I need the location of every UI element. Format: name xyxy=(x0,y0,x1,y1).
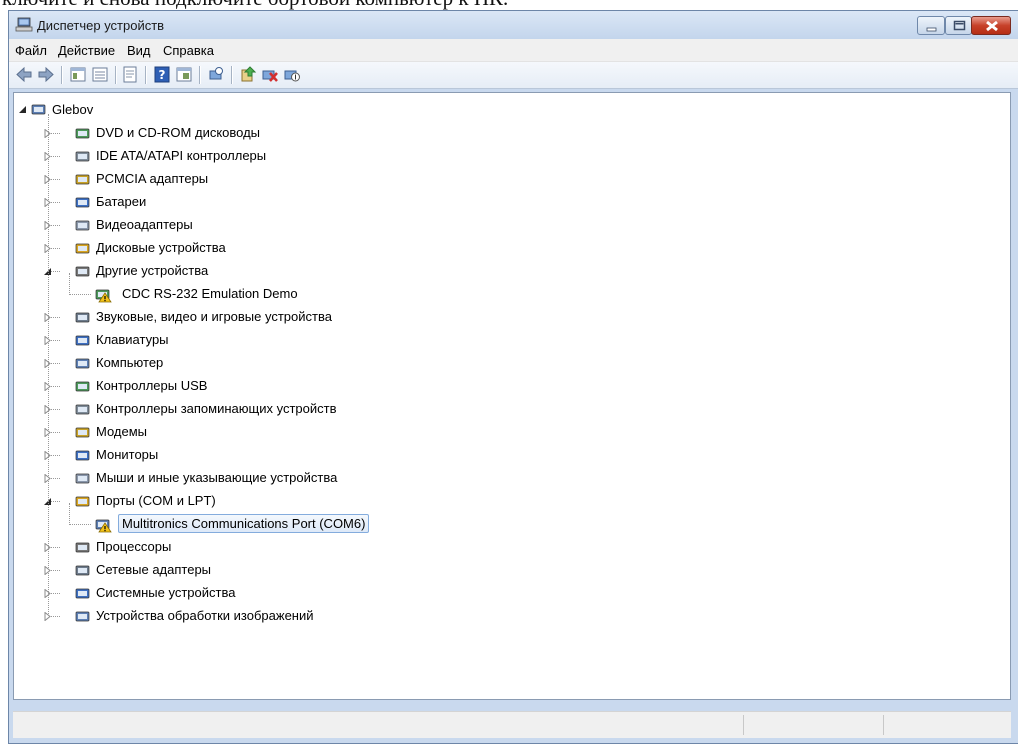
tree-item-label: Порты (COM и LPT) xyxy=(96,493,216,508)
device-tree[interactable]: Glebov DVD и CD-ROM дисководы IDE ATA/ATAP… xyxy=(13,92,1011,700)
maximize-button[interactable] xyxy=(945,16,972,35)
network-adapter-icon xyxy=(75,565,90,576)
storage-controller-icon xyxy=(75,404,90,415)
window-title: Диспетчер устройств xyxy=(37,18,165,33)
view-list-icon[interactable] xyxy=(91,66,109,83)
collapse-arrow-icon[interactable] xyxy=(18,105,27,114)
tree-item-label: Клавиатуры xyxy=(96,332,169,347)
scan-hardware-icon[interactable] xyxy=(207,66,225,83)
port-icon xyxy=(75,496,90,507)
dvd-drive-icon xyxy=(75,128,90,139)
svg-text:?: ? xyxy=(159,68,166,82)
unknown-device-icon xyxy=(75,266,90,277)
maximize-icon xyxy=(953,20,966,31)
properties-icon[interactable] xyxy=(121,66,139,83)
keyboard-icon xyxy=(75,335,90,346)
minimize-button[interactable] xyxy=(917,16,945,35)
tree-item-label: CDC RS-232 Emulation Demo xyxy=(122,286,298,301)
tree-item-label: PCMCIA адаптеры xyxy=(96,171,209,186)
minimize-icon xyxy=(926,27,937,32)
menu-action[interactable]: Действие xyxy=(58,43,115,58)
warning-port-icon xyxy=(95,519,112,533)
tree-item-label: Устройства обработки изображений xyxy=(96,608,314,623)
tree-item-label: Другие устройства xyxy=(96,263,209,278)
modem-icon xyxy=(75,427,90,438)
tree-item-label: Процессоры xyxy=(96,539,172,554)
tree-item-label: Модемы xyxy=(96,424,148,439)
computer-icon xyxy=(75,358,90,369)
computer-root-icon xyxy=(31,104,46,115)
status-bar xyxy=(13,711,1011,738)
mouse-icon xyxy=(75,473,90,484)
tree-item-label: Дисковые устройства xyxy=(96,240,226,255)
processor-icon xyxy=(75,542,90,553)
close-icon xyxy=(986,20,998,32)
tree-item-label: Мыши и иные указывающие устройства xyxy=(96,470,338,485)
disk-drive-icon xyxy=(75,243,90,254)
usb-icon xyxy=(75,381,90,392)
close-button[interactable] xyxy=(971,16,1011,35)
tree-item-label: Батареи xyxy=(96,194,147,209)
tree-item-label: Мониторы xyxy=(96,447,159,462)
display-adapter-icon xyxy=(75,220,90,231)
tree-item-label: Звуковые, видео и игровые устройства xyxy=(96,309,332,324)
tree-item-label: Компьютер xyxy=(96,355,164,370)
speaker-icon xyxy=(75,312,90,323)
back-icon[interactable] xyxy=(15,66,33,83)
ide-controller-icon xyxy=(75,151,90,162)
update-driver-icon[interactable] xyxy=(239,66,257,83)
tree-item-label: Glebov xyxy=(52,102,94,117)
uninstall-icon[interactable] xyxy=(261,66,279,83)
view-icon[interactable] xyxy=(175,66,193,83)
forward-icon[interactable] xyxy=(37,66,55,83)
imaging-device-icon xyxy=(75,611,90,622)
device-manager-window: Диспетчер устройств Файл Действие Вид Сп… xyxy=(8,10,1018,744)
menu-help[interactable]: Справка xyxy=(163,43,214,58)
tree-item-label: Контроллеры USB xyxy=(96,378,208,393)
menu-bar: Файл Действие Вид Справка xyxy=(9,39,1018,62)
pcmcia-icon xyxy=(75,174,90,185)
disable-icon[interactable] xyxy=(283,66,301,83)
tree-item-label: Сетевые адаптеры xyxy=(96,562,212,577)
show-hide-tree-icon[interactable] xyxy=(69,66,87,83)
warning-device-icon xyxy=(95,289,112,303)
menu-file[interactable]: Файл xyxy=(15,43,47,58)
tree-item-label: DVD и CD-ROM дисководы xyxy=(96,125,261,140)
title-bar[interactable]: Диспетчер устройств xyxy=(9,11,1018,39)
tree-item-label: Видеоадаптеры xyxy=(96,217,193,232)
tree-item-label: Multitronics Communications Port (COM6) xyxy=(118,514,370,533)
battery-icon xyxy=(75,197,90,208)
tree-item-label: Системные устройства xyxy=(96,585,236,600)
tree-item-label: Контроллеры запоминающих устройств xyxy=(96,401,337,416)
menu-view[interactable]: Вид xyxy=(127,43,151,58)
system-device-icon xyxy=(75,588,90,599)
toolbar: ? xyxy=(9,62,1018,89)
help-icon[interactable]: ? xyxy=(153,66,171,83)
monitor-icon xyxy=(75,450,90,461)
device-manager-app-icon xyxy=(15,17,33,32)
tree-item-label: IDE ATA/ATAPI контроллеры xyxy=(96,148,267,163)
